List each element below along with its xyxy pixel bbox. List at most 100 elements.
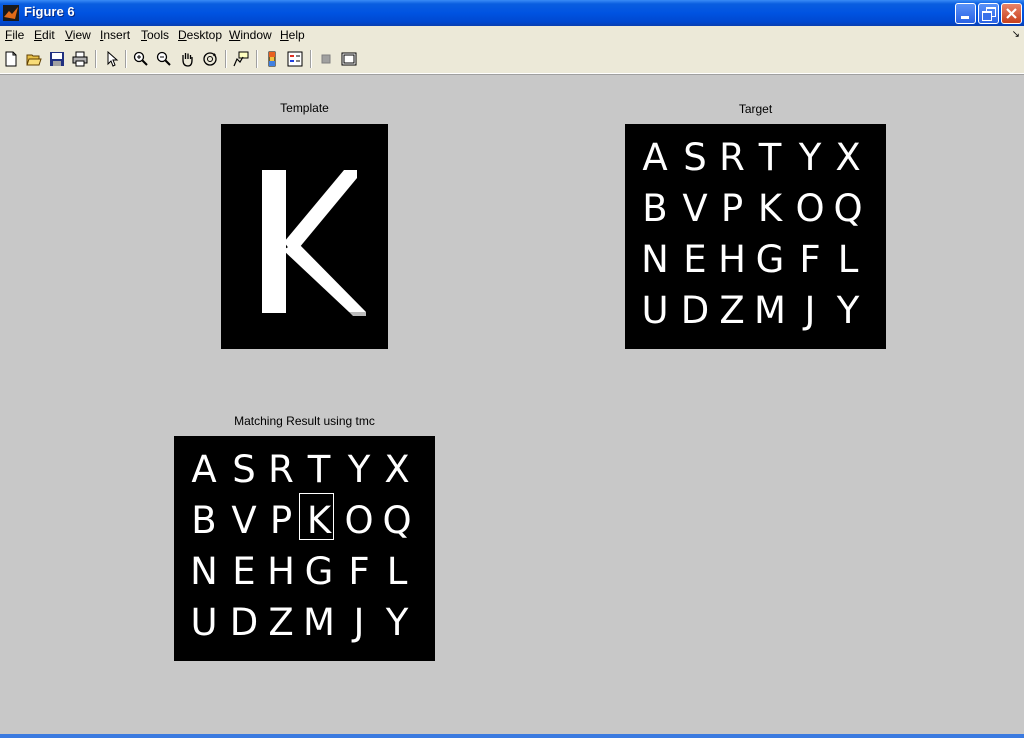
result-image: ASRTYXBVPKOQNEHGFLUDZMJY	[174, 436, 435, 661]
dock-icon	[341, 52, 357, 66]
zoom-in-button[interactable]	[131, 49, 151, 69]
result-letter: D	[229, 601, 259, 644]
target-letter: T	[758, 136, 782, 179]
target-letter: Z	[719, 289, 745, 332]
result-letter: Q	[382, 499, 412, 542]
result-letter: V	[231, 499, 257, 542]
open-folder-icon	[26, 54, 42, 66]
pointer-icon	[107, 51, 119, 67]
matlab-icon	[3, 5, 19, 21]
result-letter: B	[191, 499, 217, 542]
title-bar: Figure 6	[0, 0, 1024, 26]
result-letter: Y	[347, 448, 371, 491]
target-letter: H	[718, 238, 746, 281]
target-letter: N	[641, 238, 669, 281]
result-letter: T	[307, 448, 331, 491]
result-letter: J	[353, 601, 365, 644]
result-letter: X	[384, 448, 410, 491]
new-file-icon	[5, 51, 17, 67]
target-letter: U	[641, 289, 669, 332]
result-letter: N	[190, 550, 218, 593]
menu-tools[interactable]: Tools	[141, 28, 169, 42]
target-letter: V	[682, 187, 708, 230]
hide-plot-tools-button[interactable]	[316, 49, 336, 69]
template-letter-glyph	[262, 170, 366, 316]
result-letter: O	[344, 499, 374, 542]
rotate-icon	[203, 52, 217, 66]
target-letter: B	[642, 187, 668, 230]
result-letter: Z	[268, 601, 294, 644]
pan-icon	[182, 53, 193, 67]
result-axes-title: Matching Result using tmc	[234, 414, 375, 428]
rotate-3d-button[interactable]	[200, 49, 220, 69]
result-letter: R	[268, 448, 294, 491]
toolbar-separator	[256, 50, 258, 68]
target-letter: E	[683, 238, 707, 281]
zoom-out-button[interactable]	[154, 49, 174, 69]
template-image: K	[221, 124, 388, 349]
target-axes-title: Target	[738, 102, 773, 116]
target-letter: X	[835, 136, 861, 179]
close-button[interactable]	[1001, 3, 1022, 24]
target-letter: J	[804, 289, 816, 332]
target-letter: O	[795, 187, 825, 230]
menu-window[interactable]: Window	[229, 28, 272, 42]
result-letter: U	[190, 601, 218, 644]
dock-arrow-icon[interactable]: ↘	[1012, 29, 1020, 40]
close-icon	[1006, 8, 1017, 19]
result-letter: G	[304, 550, 334, 593]
legend-icon	[287, 51, 303, 67]
open-file-button[interactable]	[24, 49, 44, 69]
minimize-button[interactable]	[955, 3, 976, 24]
result-letter: A	[191, 448, 217, 491]
toolbar-separator	[95, 50, 97, 68]
result-letter: L	[386, 550, 408, 593]
target-letter: A	[642, 136, 668, 179]
new-file-button[interactable]	[1, 49, 21, 69]
menu-file[interactable]: File	[5, 28, 24, 42]
menu-view[interactable]: View	[65, 28, 91, 42]
menu-bar: File Edit View Insert Tools Desktop Wind…	[0, 26, 1024, 45]
target-letter: F	[799, 238, 821, 281]
toolbar-separator	[225, 50, 227, 68]
target-letter: Y	[798, 136, 822, 179]
target-letter: S	[683, 136, 707, 179]
show-plot-tools-button[interactable]	[339, 49, 359, 69]
edit-plot-button[interactable]	[102, 49, 122, 69]
print-icon	[72, 51, 88, 67]
match-bounding-box	[299, 493, 334, 540]
target-letter: M	[754, 289, 786, 332]
toolbar-separator	[310, 50, 312, 68]
print-button[interactable]	[70, 49, 90, 69]
data-cursor-icon	[233, 51, 249, 67]
data-cursor-button[interactable]	[231, 49, 251, 69]
target-letter: L	[837, 238, 859, 281]
result-letter: F	[348, 550, 370, 593]
colorbar-icon	[268, 51, 276, 67]
insert-legend-button[interactable]	[285, 49, 305, 69]
result-letter: M	[303, 601, 335, 644]
result-letter: H	[267, 550, 295, 593]
save-icon	[50, 52, 64, 66]
insert-colorbar-button[interactable]	[262, 49, 282, 69]
result-letter: P	[269, 499, 293, 542]
target-letter: P	[720, 187, 744, 230]
figure-toolbar	[0, 45, 1024, 74]
restore-button[interactable]	[978, 3, 999, 24]
window-title: Figure 6	[24, 4, 75, 19]
menu-help[interactable]: Help	[280, 28, 305, 42]
target-letter: K	[757, 187, 783, 230]
target-image: ASRTYXBVPKOQNEHGFLUDZMJY	[625, 124, 886, 349]
target-letter: R	[719, 136, 745, 179]
pan-button[interactable]	[177, 49, 197, 69]
menu-insert[interactable]: Insert	[100, 28, 130, 42]
template-axes-title: Template	[280, 101, 329, 115]
menu-edit[interactable]: Edit	[34, 28, 55, 42]
menu-desktop[interactable]: Desktop	[178, 28, 222, 42]
minimize-icon	[961, 16, 969, 19]
save-button[interactable]	[47, 49, 67, 69]
target-letter: G	[755, 238, 785, 281]
toolbar-separator	[125, 50, 127, 68]
zoom-in-icon	[133, 51, 148, 66]
result-letter: E	[232, 550, 256, 593]
